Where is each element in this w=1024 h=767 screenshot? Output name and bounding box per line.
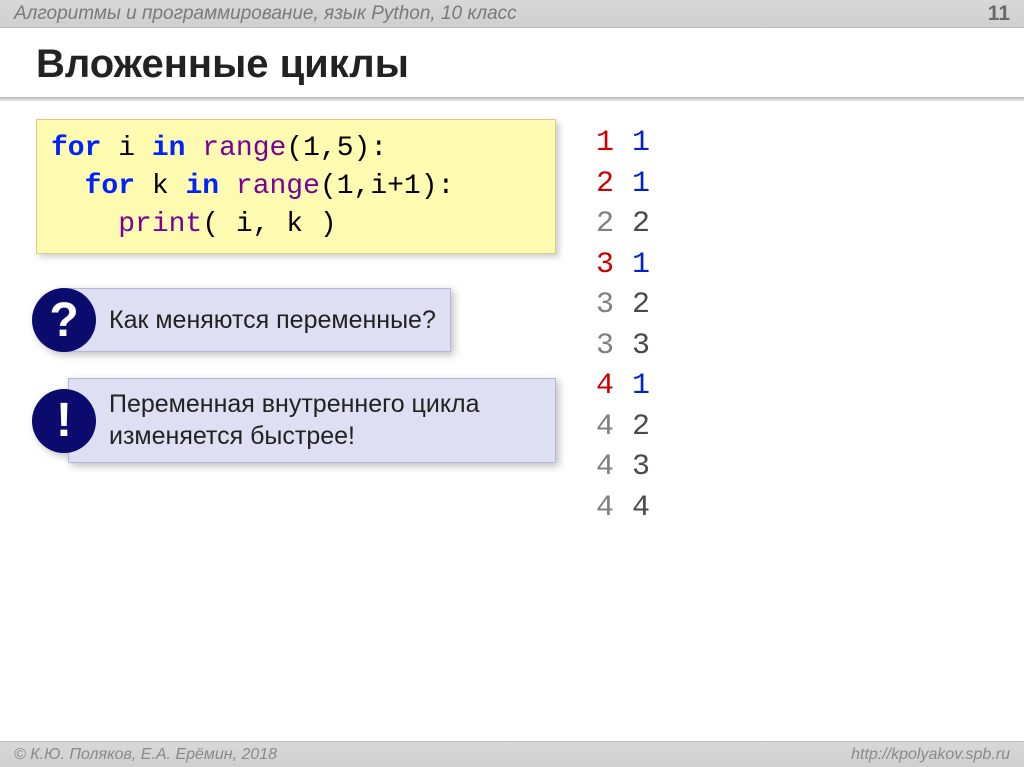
output-i: 4 — [596, 491, 614, 525]
output-k: 2 — [632, 207, 650, 241]
title-divider — [0, 97, 1024, 101]
output-k: 3 — [632, 329, 650, 363]
output-row: 3 1 — [596, 245, 650, 286]
code-args: (1,i+1) — [320, 171, 438, 202]
footer-bar: © К.Ю. Поляков, Е.А. Ерёмин, 2018 http:/… — [0, 741, 1024, 767]
output-row: 4 4 — [596, 488, 650, 529]
program-output: 1 12 12 23 13 23 34 14 24 34 4 — [596, 119, 650, 528]
exclamation-mark-icon: ! — [32, 389, 96, 453]
output-k: 1 — [632, 369, 650, 403]
output-i: 4 — [596, 369, 614, 403]
callout-answer: ! Переменная внутреннего цикла изменяетс… — [36, 378, 556, 463]
code-var-k: k — [152, 171, 169, 202]
top-bar: Алгоритмы и программирование, язык Pytho… — [0, 0, 1024, 28]
code-args: ( i, k ) — [202, 209, 336, 240]
code-box: for i in range(1,5): for k in range(1,i+… — [36, 119, 556, 254]
fn-print: print — [118, 209, 202, 240]
code-colon: : — [370, 133, 387, 164]
footer-copyright: © К.Ю. Поляков, Е.А. Ерёмин, 2018 — [14, 746, 277, 764]
callout-question-text: Как меняются переменные? — [68, 288, 451, 352]
output-k: 3 — [632, 450, 650, 484]
code-colon: : — [438, 171, 455, 202]
kw-for: for — [85, 171, 135, 202]
page-number: 11 — [988, 2, 1010, 26]
output-i: 3 — [596, 329, 614, 363]
output-row: 4 3 — [596, 447, 650, 488]
fn-range: range — [236, 171, 320, 202]
output-row: 3 2 — [596, 285, 650, 326]
code-indent — [51, 209, 118, 240]
kw-in: in — [185, 171, 219, 202]
output-row: 2 2 — [596, 204, 650, 245]
output-row: 2 1 — [596, 164, 650, 205]
output-i: 3 — [596, 248, 614, 282]
question-mark-icon: ? — [32, 288, 96, 352]
left-column: for i in range(1,5): for k in range(1,i+… — [36, 119, 556, 489]
output-i: 2 — [596, 167, 614, 201]
slide-title: Вложенные циклы — [0, 28, 1024, 97]
fn-range: range — [202, 133, 286, 164]
output-i: 2 — [596, 207, 614, 241]
code-indent — [51, 171, 85, 202]
callout-answer-text: Переменная внутреннего цикла изменяется … — [68, 378, 556, 463]
output-i: 3 — [596, 288, 614, 322]
output-k: 2 — [632, 288, 650, 322]
slide-content: Вложенные циклы for i in range(1,5): for… — [0, 28, 1024, 741]
output-i: 4 — [596, 410, 614, 444]
kw-in: in — [152, 133, 186, 164]
output-k: 2 — [632, 410, 650, 444]
footer-url: http://kpolyakov.spb.ru — [851, 746, 1010, 764]
code-args: (1,5) — [286, 133, 370, 164]
main-area: for i in range(1,5): for k in range(1,i+… — [0, 119, 1024, 528]
output-k: 1 — [632, 167, 650, 201]
code-var-i: i — [118, 133, 135, 164]
course-title: Алгоритмы и программирование, язык Pytho… — [14, 3, 517, 25]
output-i: 4 — [596, 450, 614, 484]
output-row: 1 1 — [596, 123, 650, 164]
output-k: 4 — [632, 491, 650, 525]
output-row: 4 1 — [596, 366, 650, 407]
output-i: 1 — [596, 126, 614, 160]
callout-question: ? Как меняются переменные? — [36, 288, 556, 352]
output-k: 1 — [632, 248, 650, 282]
output-row: 3 3 — [596, 326, 650, 367]
kw-for: for — [51, 133, 101, 164]
output-k: 1 — [632, 126, 650, 160]
output-row: 4 2 — [596, 407, 650, 448]
